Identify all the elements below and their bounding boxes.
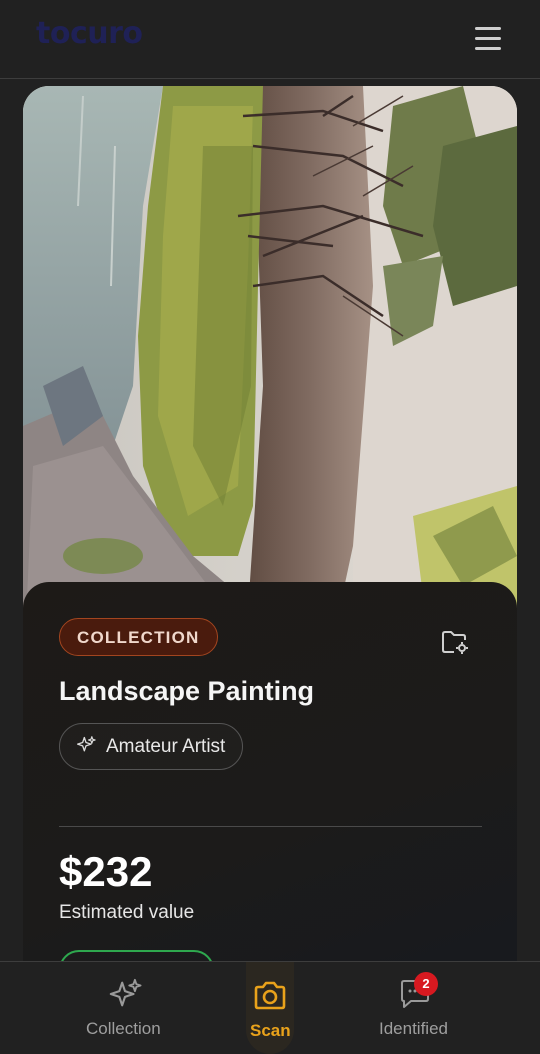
content-scroll[interactable]: COLLECTION Landscape Painting Amateur Ar [0,80,540,961]
estimated-value-label: Estimated value [59,902,195,923]
camera-icon [252,980,288,1016]
nav-item-scan[interactable]: Scan [246,962,294,1054]
app-logo[interactable]: tocuro [36,16,143,51]
nav-label-scan: Scan [250,1021,291,1040]
hamburger-menu-icon[interactable] [474,26,504,52]
artwork-title: Landscape Painting [59,676,315,706]
action-button[interactable] [59,950,214,961]
folder-settings-icon[interactable] [441,630,471,656]
divider [59,826,482,827]
nav-label-identified: Identified [379,1019,448,1038]
sparkles-icon [76,735,96,759]
notification-badge: 2 [414,972,438,996]
artist-name: Amateur Artist [106,735,226,757]
bottom-nav: Collection Scan Identified [0,961,540,1054]
nav-item-collection[interactable]: Collection [78,962,172,1054]
artist-chip[interactable]: Amateur Artist [59,723,244,770]
app-header: tocuro [0,0,540,79]
sparkles-icon [108,977,142,1015]
artwork-detail-panel: COLLECTION Landscape Painting Amateur Ar [23,582,517,961]
category-badge: COLLECTION [59,618,218,656]
estimated-price: $232 [59,848,153,895]
nav-label-collection: Collection [86,1019,161,1038]
